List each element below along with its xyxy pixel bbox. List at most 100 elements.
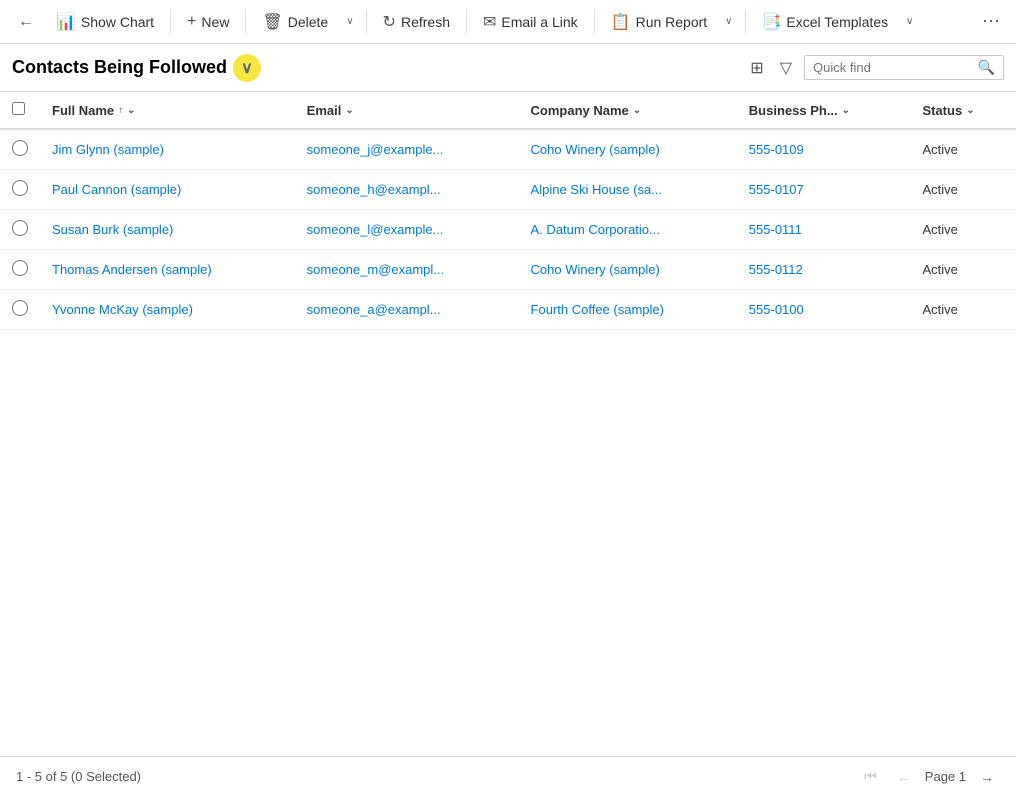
phone-sort-icon[interactable]: ⌄ <box>842 105 850 116</box>
cell-business-phone: 555-0109 <box>737 129 911 170</box>
sort-asc-icon: ↑ <box>118 105 123 116</box>
col-header-company-name[interactable]: Company Name ⌄ <box>519 92 737 129</box>
view-header: Contacts Being Followed ∨ ⊞ ▽ 🔍 <box>0 44 1016 92</box>
table-row: Paul Cannon (sample) someone_h@exampl...… <box>0 170 1016 210</box>
cell-full-name: Jim Glynn (sample) <box>40 129 295 170</box>
row-select-cell[interactable] <box>0 210 40 250</box>
row-select-cell[interactable] <box>0 170 40 210</box>
cell-business-phone: 555-0112 <box>737 250 911 290</box>
full-name-link[interactable]: Jim Glynn (sample) <box>52 142 164 157</box>
col-header-email[interactable]: Email ⌄ <box>295 92 519 129</box>
company-name-link[interactable]: Coho Winery (sample) <box>531 142 660 157</box>
next-page-button[interactable]: → <box>974 767 1000 787</box>
cell-status: Active <box>910 210 1016 250</box>
phone-link[interactable]: 555-0100 <box>749 302 804 317</box>
prev-page-button[interactable]: ← <box>891 767 917 787</box>
report-icon: 📋 <box>611 12 631 32</box>
separator-5 <box>594 10 595 34</box>
table-body: Jim Glynn (sample) someone_j@example... … <box>0 129 1016 330</box>
row-radio[interactable] <box>12 140 28 156</box>
cell-status: Active <box>910 170 1016 210</box>
table-container: Full Name ↑ ⌄ Email ⌄ Company Name ⌄ <box>0 92 1016 330</box>
company-sort-icon[interactable]: ⌄ <box>633 105 641 116</box>
select-all-header[interactable] <box>0 92 40 129</box>
separator-4 <box>466 10 467 34</box>
col-header-full-name[interactable]: Full Name ↑ ⌄ <box>40 92 295 129</box>
separator-1 <box>170 10 171 34</box>
row-radio[interactable] <box>12 180 28 196</box>
company-name-link[interactable]: Alpine Ski House (sa... <box>531 182 663 197</box>
more-options-button[interactable]: ⋯ <box>974 6 1008 37</box>
col-header-status[interactable]: Status ⌄ <box>910 92 1016 129</box>
contacts-table: Full Name ↑ ⌄ Email ⌄ Company Name ⌄ <box>0 92 1016 330</box>
phone-link[interactable]: 555-0111 <box>749 222 802 237</box>
delete-button[interactable]: 🗑 Delete <box>252 7 338 37</box>
email-link[interactable]: someone_a@exampl... <box>307 302 441 317</box>
separator-3 <box>366 10 367 34</box>
row-select-cell[interactable] <box>0 250 40 290</box>
company-name-link[interactable]: Coho Winery (sample) <box>531 262 660 277</box>
cell-company-name: Coho Winery (sample) <box>519 129 737 170</box>
status-bar: 1 - 5 of 5 (0 Selected) ⏮ ← Page 1 → <box>0 756 1016 796</box>
back-button[interactable]: ← <box>8 8 44 36</box>
pagination-controls: ⏮ ← Page 1 → <box>858 766 1000 787</box>
email-link-button[interactable]: ✉ Email a Link <box>473 7 588 37</box>
phone-link[interactable]: 555-0107 <box>749 182 804 197</box>
cell-company-name: Fourth Coffee (sample) <box>519 290 737 330</box>
excel-templates-button[interactable]: 📑 Excel Templates <box>752 7 899 37</box>
full-name-link[interactable]: Thomas Andersen (sample) <box>52 262 212 277</box>
table-row: Susan Burk (sample) someone_l@example...… <box>0 210 1016 250</box>
cell-business-phone: 555-0111 <box>737 210 911 250</box>
sort-toggle-icon[interactable]: ⌄ <box>127 105 135 116</box>
refresh-button[interactable]: ↻ Refresh <box>373 7 460 37</box>
email-link[interactable]: someone_j@example... <box>307 142 444 157</box>
record-count: 1 - 5 of 5 (0 Selected) <box>16 769 141 784</box>
view-dropdown-button[interactable]: ∨ <box>233 54 261 82</box>
phone-link[interactable]: 555-0112 <box>749 262 803 277</box>
email-sort-icon[interactable]: ⌄ <box>345 105 353 116</box>
quick-find-container: 🔍 <box>804 55 1004 80</box>
row-radio[interactable] <box>12 220 28 236</box>
email-link[interactable]: someone_h@exampl... <box>307 182 441 197</box>
layout-icon: ⊞ <box>750 60 763 77</box>
cell-company-name: Alpine Ski House (sa... <box>519 170 737 210</box>
run-report-button[interactable]: 📋 Run Report <box>601 7 718 37</box>
full-name-link[interactable]: Paul Cannon (sample) <box>52 182 181 197</box>
run-report-dropdown-arrow[interactable]: ∨ <box>719 11 738 32</box>
full-name-link[interactable]: Susan Burk (sample) <box>52 222 173 237</box>
filter-icon: ▽ <box>780 60 792 77</box>
refresh-icon: ↻ <box>383 12 396 32</box>
row-select-cell[interactable] <box>0 129 40 170</box>
excel-templates-dropdown-arrow[interactable]: ∨ <box>900 11 919 32</box>
cell-full-name: Paul Cannon (sample) <box>40 170 295 210</box>
new-button[interactable]: + New <box>177 8 239 36</box>
company-name-link[interactable]: A. Datum Corporatio... <box>531 222 660 237</box>
quick-find-search-icon[interactable]: 🔍 <box>978 59 995 76</box>
cell-company-name: Coho Winery (sample) <box>519 250 737 290</box>
table-header-row: Full Name ↑ ⌄ Email ⌄ Company Name ⌄ <box>0 92 1016 129</box>
chart-icon: 📊 <box>56 12 76 32</box>
filter-button[interactable]: ▽ <box>776 54 796 82</box>
company-name-link[interactable]: Fourth Coffee (sample) <box>531 302 664 317</box>
first-page-button[interactable]: ⏮ <box>858 766 883 787</box>
delete-dropdown-arrow[interactable]: ∨ <box>340 11 359 32</box>
table-row: Thomas Andersen (sample) someone_m@examp… <box>0 250 1016 290</box>
full-name-link[interactable]: Yvonne McKay (sample) <box>52 302 193 317</box>
row-radio[interactable] <box>12 300 28 316</box>
view-title-text: Contacts Being Followed <box>12 57 227 78</box>
cell-full-name: Thomas Andersen (sample) <box>40 250 295 290</box>
phone-link[interactable]: 555-0109 <box>749 142 804 157</box>
cell-full-name: Yvonne McKay (sample) <box>40 290 295 330</box>
row-radio[interactable] <box>12 260 28 276</box>
status-sort-icon[interactable]: ⌄ <box>966 105 974 116</box>
col-header-business-phone[interactable]: Business Ph... ⌄ <box>737 92 911 129</box>
email-link[interactable]: someone_l@example... <box>307 222 444 237</box>
select-all-checkbox[interactable] <box>12 102 25 115</box>
page-label: Page 1 <box>925 769 966 784</box>
layout-button[interactable]: ⊞ <box>746 54 767 82</box>
row-select-cell[interactable] <box>0 290 40 330</box>
separator-2 <box>245 10 246 34</box>
show-chart-button[interactable]: 📊 Show Chart <box>46 7 164 37</box>
email-link[interactable]: someone_m@exampl... <box>307 262 444 277</box>
quick-find-input[interactable] <box>813 60 978 75</box>
